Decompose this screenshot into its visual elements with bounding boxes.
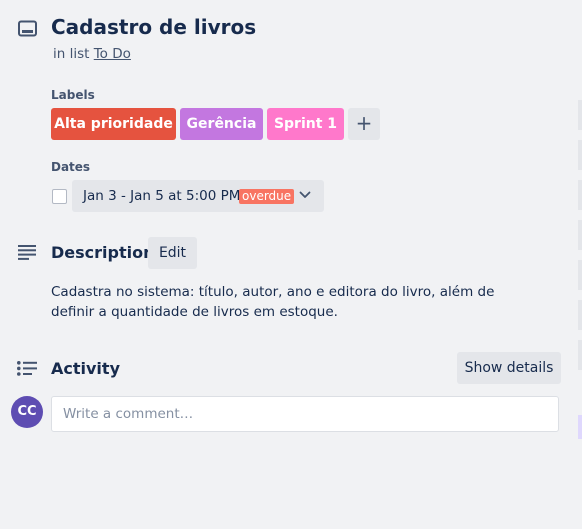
due-date-checkbox[interactable] (52, 189, 67, 204)
chevron-down-icon (299, 191, 311, 199)
label-alta-prioridade[interactable]: Alta prioridade (51, 108, 176, 140)
in-list-text: in list To Do (53, 46, 131, 62)
dates-button[interactable]: Jan 3 - Jan 5 at 5:00 PM overdue (72, 180, 324, 212)
sidebar-edge (578, 180, 582, 210)
sidebar-edge (578, 220, 582, 250)
edit-description-button[interactable]: Edit (148, 237, 197, 269)
list-link[interactable]: To Do (94, 46, 131, 62)
sidebar-edge (578, 415, 582, 439)
sidebar-edge (578, 140, 582, 170)
sidebar-edge (578, 100, 582, 130)
date-range: Jan 3 - Jan 5 at 5:00 PM (83, 188, 241, 204)
description-text: Cadastra no sistema: título, autor, ano … (51, 284, 495, 320)
card-title: Cadastro de livros (51, 15, 257, 39)
activity-title: Activity (51, 359, 120, 378)
activity-icon (17, 361, 37, 376)
labels-heading: Labels (51, 88, 95, 102)
label-gerencia[interactable]: Gerência (180, 108, 263, 140)
dates-heading: Dates (51, 160, 91, 174)
in-list-prefix: in list (53, 46, 90, 62)
card-icon (18, 20, 38, 38)
sidebar-edge (578, 260, 582, 290)
description-icon (18, 245, 36, 260)
label-sprint-1[interactable]: Sprint 1 (267, 108, 344, 140)
overdue-badge: overdue (239, 189, 295, 204)
show-details-button[interactable]: Show details (457, 352, 561, 384)
description-title: Description (51, 243, 155, 262)
comment-input[interactable] (51, 396, 559, 432)
avatar[interactable]: CC (11, 396, 43, 428)
sidebar-edge (578, 340, 582, 370)
add-label-button[interactable]: + (348, 108, 380, 140)
sidebar-edge (578, 300, 582, 330)
